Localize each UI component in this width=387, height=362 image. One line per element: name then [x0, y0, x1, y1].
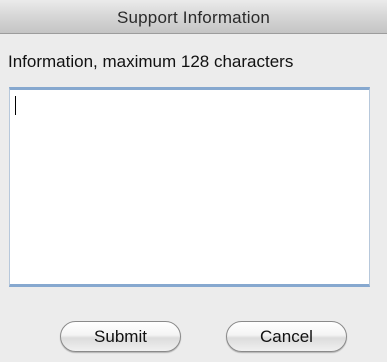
information-textarea[interactable] [10, 90, 369, 284]
submit-button[interactable]: Submit [60, 321, 181, 352]
information-textarea-container [9, 87, 370, 287]
text-caret [15, 96, 16, 115]
information-prompt-label: Information, maximum 128 characters [8, 52, 294, 71]
window-titlebar[interactable]: Support Information [0, 0, 387, 34]
cancel-button[interactable]: Cancel [226, 321, 347, 352]
support-information-dialog: Support Information Information, maximum… [0, 0, 387, 362]
window-title: Support Information [116, 8, 271, 27]
